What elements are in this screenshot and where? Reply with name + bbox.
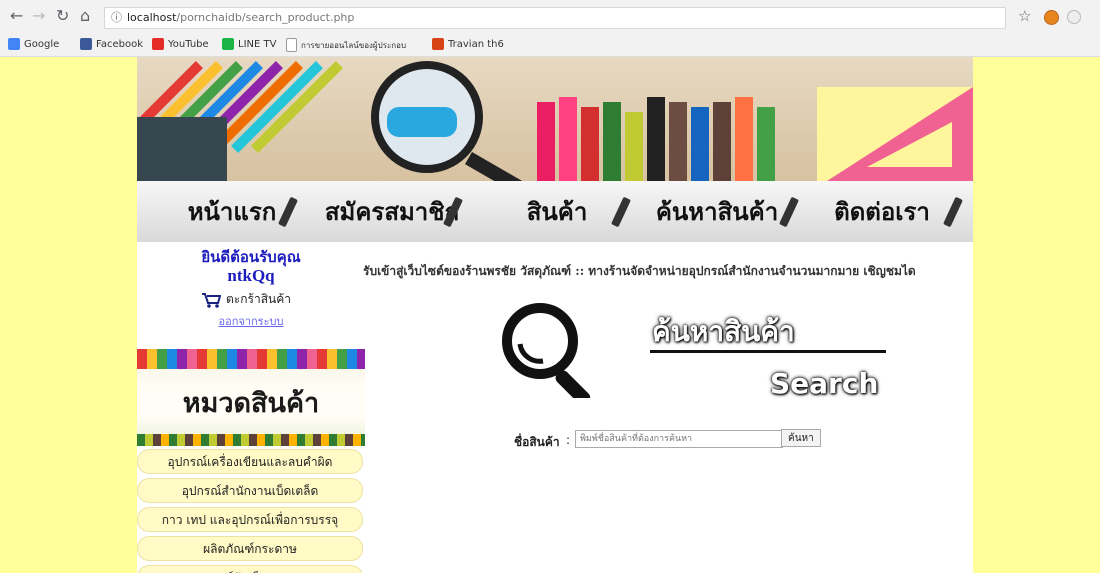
- nav-label: สมัครสมาชิก: [324, 198, 460, 226]
- extension-icon-2[interactable]: [1067, 10, 1081, 24]
- product-search-input[interactable]: [575, 430, 783, 448]
- nav-label: ค้นหาสินค้า: [655, 198, 779, 226]
- bookmark-youtube[interactable]: YouTube: [152, 38, 209, 50]
- cart-label: ตะกร้าสินค้า: [226, 292, 291, 306]
- category-item[interactable]: อุปกรณ์เครื่องเขียนและลบคำผิด: [137, 449, 363, 474]
- bookmark-travian[interactable]: Travian th6: [432, 38, 504, 50]
- magnifier-icon: [502, 303, 591, 398]
- header-banner: [137, 57, 973, 181]
- linetv-icon: [222, 38, 234, 50]
- bookmark-linetv[interactable]: LINE TV: [222, 38, 276, 50]
- category-banner: หมวดสินค้า: [137, 349, 365, 446]
- browser-toolbar: ← → ↻ ⌂ ⓘ localhost/pornchaidb/search_pr…: [0, 0, 1100, 34]
- extension-icon[interactable]: [1044, 10, 1059, 25]
- info-icon[interactable]: ⓘ: [111, 8, 122, 28]
- search-button[interactable]: ค้นหา: [781, 429, 821, 447]
- bookmark-label: Google: [24, 38, 60, 50]
- forward-arrow-icon[interactable]: →: [32, 6, 45, 25]
- category-title: หมวดสินค้า: [182, 388, 320, 419]
- category-item[interactable]: ผลิตภัณฑ์กระดาษ: [137, 536, 363, 561]
- username: ntkQq: [227, 266, 275, 285]
- search-heading: ค้นหาสินค้า: [652, 315, 795, 348]
- google-icon: [8, 38, 20, 50]
- nav-label: สินค้า: [526, 198, 588, 226]
- nav-search-products[interactable]: ค้นหาสินค้า: [642, 181, 792, 242]
- bookmark-page[interactable]: การขายออนไลน์ของผู้ประกอบ: [286, 38, 406, 52]
- nav-products[interactable]: สินค้า: [497, 181, 617, 242]
- travian-icon: [432, 38, 444, 50]
- stationery-banner-image: [137, 61, 973, 181]
- facebook-icon: [80, 38, 92, 50]
- nav-home[interactable]: หน้าแรก: [167, 181, 297, 242]
- bookmark-label: Facebook: [96, 38, 143, 50]
- nav-contact[interactable]: ติดต่อเรา: [817, 181, 947, 242]
- colored-pencils-decoration: [137, 434, 365, 446]
- cart-link[interactable]: ตะกร้าสินค้า: [201, 290, 291, 309]
- youtube-icon: [152, 38, 164, 50]
- cart-icon: [202, 292, 221, 308]
- category-item[interactable]: อุปกรณ์จัดเก็บเอกสาร: [137, 565, 363, 573]
- heading-divider: [650, 350, 886, 353]
- home-icon[interactable]: ⌂: [80, 6, 90, 25]
- welcome-marquee: รับเข้าสู่เว็บไซต์ของร้านพรชัย วัสดุภัณฑ…: [363, 264, 916, 278]
- bookmark-google[interactable]: Google: [8, 38, 59, 50]
- back-arrow-icon[interactable]: ←: [10, 6, 23, 25]
- reload-icon[interactable]: ↻: [56, 6, 69, 25]
- nav-register[interactable]: สมัครสมาชิก: [322, 181, 462, 242]
- search-subheading: Search: [770, 367, 879, 400]
- nav-label: หน้าแรก: [187, 198, 277, 226]
- bookmark-label: Travian th6: [448, 38, 504, 50]
- url-path: /pornchaidb/search_product.php: [176, 11, 355, 24]
- address-bar[interactable]: ⓘ localhost/pornchaidb/search_product.ph…: [104, 7, 1006, 29]
- bookmark-label: YouTube: [168, 38, 209, 50]
- bookmark-label: การขายออนไลน์ของผู้ประกอบ: [301, 40, 407, 50]
- label-colon: :: [566, 433, 571, 447]
- bookmarks-bar: Google Facebook YouTube LINE TV การขายออ…: [0, 34, 1100, 57]
- colored-pencils-decoration: [137, 349, 365, 369]
- page-icon: [286, 38, 297, 52]
- logout-link[interactable]: ออกจากระบบ: [137, 312, 365, 330]
- category-item[interactable]: กาว เทป และอุปกรณ์เพื่อการบรรจุ: [137, 507, 363, 532]
- sidebar: ยินดีต้อนรับคุณ ntkQq ตะกร้าสินค้า ออกจา…: [137, 242, 365, 573]
- bookmark-facebook[interactable]: Facebook: [80, 38, 143, 50]
- bookmark-label: LINE TV: [238, 38, 277, 50]
- main-nav: หน้าแรก สมัครสมาชิก สินค้า ค้นหาสินค้า ต…: [137, 181, 973, 242]
- product-name-label: ชื่อสินค้า: [514, 435, 560, 449]
- category-item[interactable]: อุปกรณ์สำนักงานเบ็ดเตล็ด: [137, 478, 363, 503]
- url-host: localhost: [127, 11, 177, 24]
- bookmark-star-icon[interactable]: ☆: [1018, 7, 1031, 25]
- nav-label: ติดต่อเรา: [834, 198, 930, 226]
